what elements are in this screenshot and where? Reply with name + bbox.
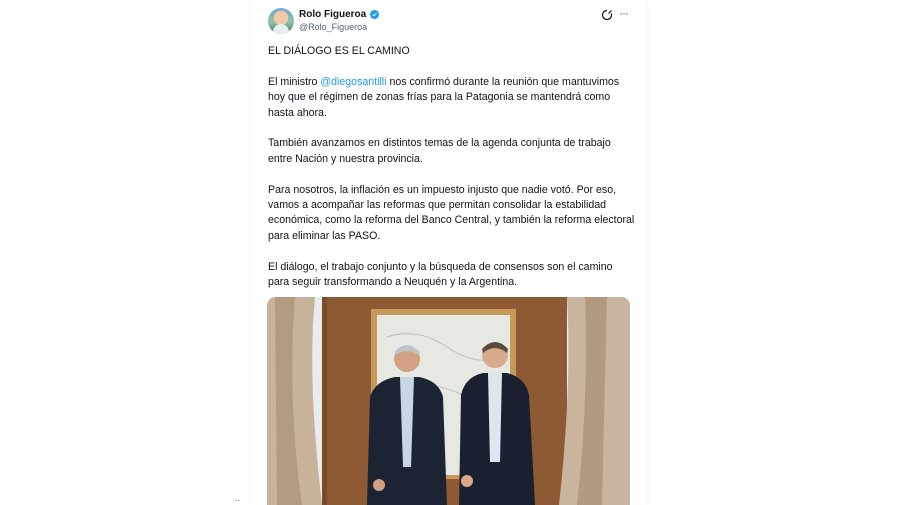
tweet-photo[interactable] (267, 297, 630, 505)
tweet-paragraph-1: El ministro @diegosantilli nos confirmó … (268, 75, 636, 121)
more-icon[interactable]: ··· (619, 7, 633, 20)
verified-badge-icon (370, 9, 380, 20)
bottom-dots-icon: .. (235, 494, 240, 503)
photo-illustration (267, 297, 630, 505)
p1-before: El ministro (268, 75, 321, 88)
author-handle[interactable]: @Rolo_Figueroa (299, 22, 367, 32)
avatar-figure (273, 24, 289, 34)
mention-link[interactable]: @diegosantilli (320, 76, 386, 88)
tweet-text: EL DIÁLOGO ES EL CAMINO El ministro @die… (268, 44, 636, 306)
tweet-paragraph-2: También avanzamos en distintos temas de … (268, 137, 611, 165)
man-left-hand (373, 479, 385, 491)
author-name[interactable]: Rolo Figueroa (299, 9, 366, 20)
man-right-shirt (488, 373, 502, 462)
tweet-paragraph-4: El diálogo, el trabajo conjunto y la bús… (268, 260, 613, 289)
avatar[interactable] (268, 8, 294, 34)
tweet-paragraph-3: Para nosotros, la inflación es un impues… (268, 183, 635, 242)
man-right-hand (461, 475, 473, 487)
tweet-title: EL DIÁLOGO ES EL CAMINO (268, 45, 410, 57)
author-name-row: Rolo Figueroa (299, 9, 380, 20)
grok-icon[interactable] (601, 9, 613, 21)
